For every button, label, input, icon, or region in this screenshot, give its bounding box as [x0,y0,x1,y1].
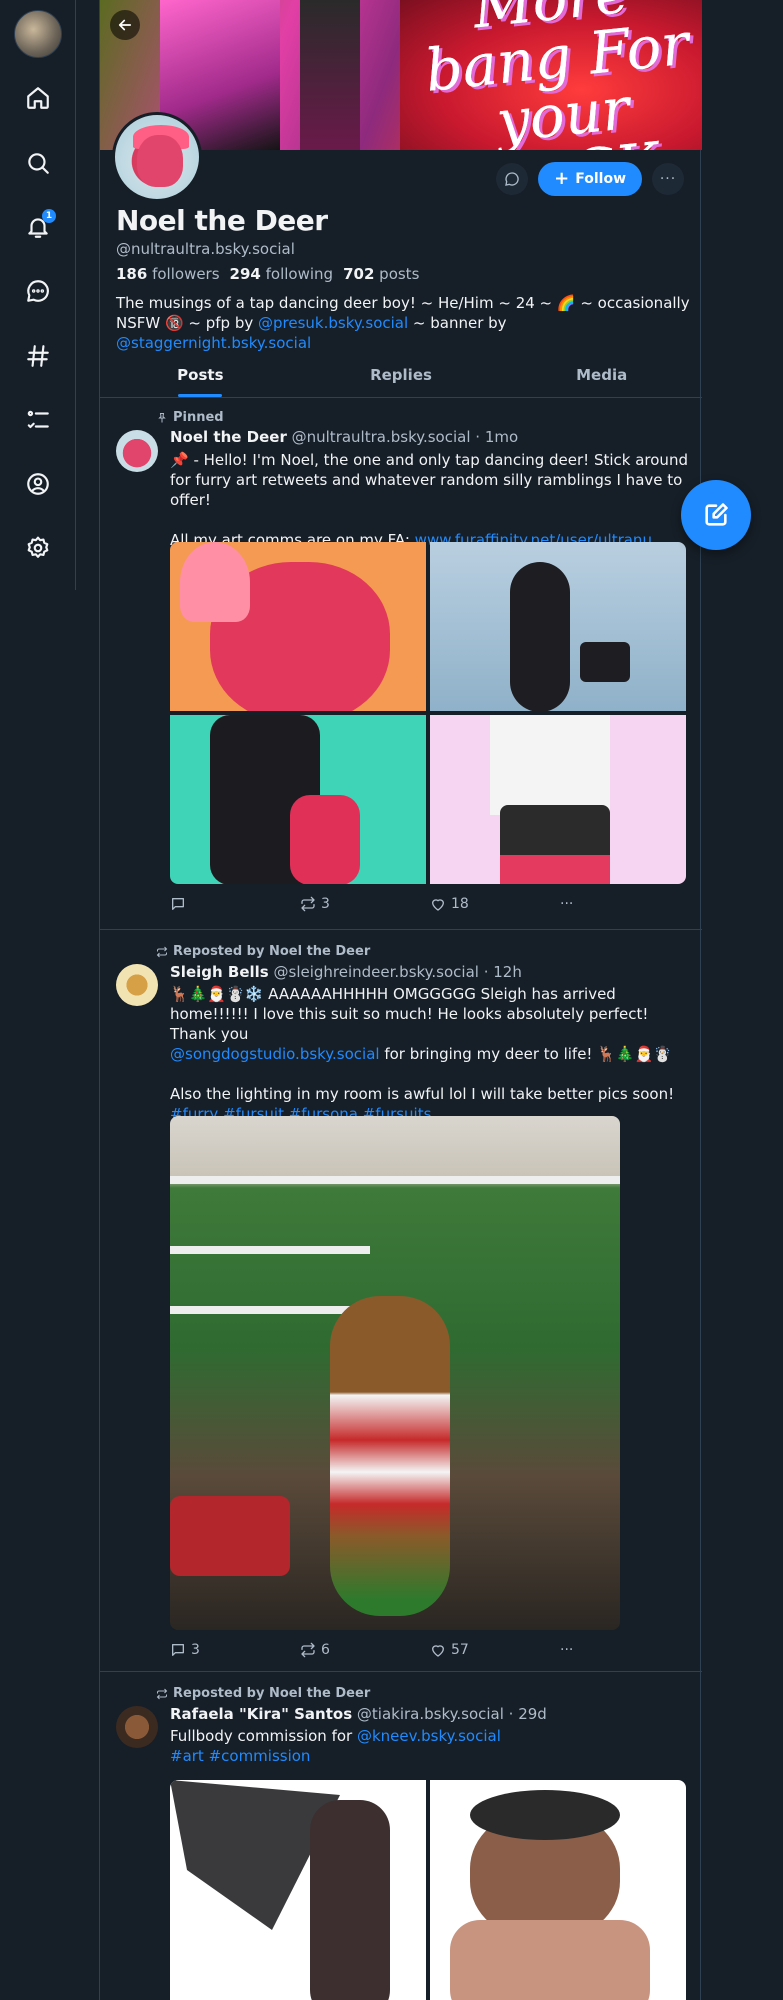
heart-icon [432,1645,444,1657]
profile-stats: 186 followers 294 following 702 posts [116,265,419,283]
repost-icon [301,1642,315,1658]
post-image[interactable] [170,542,426,711]
arrow-left-icon [118,19,132,31]
tab-replies[interactable]: Replies [301,352,502,397]
post-image[interactable] [170,1780,426,2000]
follow-label: Follow [575,171,626,187]
post-text: 🦌🎄🎅☃️❄️ AAAAAAHHHHH OMGGGGG Sleigh has a… [170,985,675,1123]
pinned-label: Pinned [156,410,224,425]
repost-icon [156,1688,168,1699]
profile-handle: @nultraultra.bsky.social [116,240,295,258]
post-author-avatar[interactable] [116,430,158,472]
bio-mention-link[interactable]: @presuk.bsky.social [258,314,408,332]
followers-stat[interactable]: 186 followers [116,265,220,283]
post-more-button[interactable]: ··· [560,896,573,912]
post-mention-link[interactable]: @songdogstudio.bsky.social [170,1045,380,1063]
back-button[interactable] [110,10,140,40]
chat-icon[interactable] [22,275,54,307]
post-image[interactable] [170,715,426,884]
ellipsis-icon: ··· [560,1642,574,1658]
pin-icon [158,412,166,422]
repost-button[interactable]: 6 [300,1642,430,1658]
home-icon[interactable] [22,82,54,114]
current-user-avatar[interactable] [14,10,62,58]
profile-display-name: Noel the Deer [116,204,328,237]
profile-actions: + Follow ··· [496,162,684,196]
lists-icon[interactable] [22,404,54,436]
post-mention-link[interactable]: @kneev.bsky.social [357,1727,501,1745]
repost-context: Reposted by Noel the Deer [156,944,370,959]
profile-column: More bang For your BUCK + Follow ··· Noe… [99,0,702,2000]
profile-icon[interactable] [22,468,54,500]
following-stat[interactable]: 294 following [230,265,334,283]
feeds-icon[interactable] [22,340,54,372]
compose-post-button[interactable] [681,480,751,550]
reply-button[interactable]: 3 [170,1642,300,1658]
post-image[interactable] [430,1780,686,2000]
post-image[interactable] [430,542,686,711]
bio-mention-link[interactable]: @staggernight.bsky.social [116,334,311,352]
post-actions: 3 6 57 ··· [170,1642,590,1658]
more-options-button[interactable]: ··· [652,163,684,195]
post-author[interactable]: Noel the Deer @nultraultra.bsky.social ·… [170,428,518,446]
settings-icon[interactable] [22,532,54,564]
post-image[interactable] [430,715,686,884]
repost-button[interactable]: 3 [300,896,430,912]
notification-badge: 1 [42,209,56,223]
post-text: 📌 - Hello! I'm Noel, the one and only ta… [170,451,688,549]
compose-icon [705,503,728,526]
ellipsis-icon: ··· [659,171,677,187]
avatar-face [137,135,183,187]
reply-button[interactable] [170,896,300,912]
feed-post[interactable]: Reposted by Noel the Deer Sleigh Bells @… [100,930,702,1672]
tab-media[interactable]: Media [501,352,702,397]
heart-icon [432,899,444,911]
post-hashtags[interactable]: #art #commission [170,1747,310,1765]
ellipsis-icon: ··· [560,896,574,912]
message-button[interactable] [496,163,529,195]
post-image-grid [170,542,686,884]
reply-icon [172,898,184,910]
follow-button[interactable]: + Follow [538,162,642,196]
post-author-avatar[interactable] [116,1706,158,1748]
like-button[interactable]: 57 [430,1642,560,1658]
plus-icon: + [554,168,570,189]
post-author-avatar[interactable] [116,964,158,1006]
post-image-grid [170,1780,686,2000]
search-icon[interactable] [22,147,54,179]
feed-post[interactable]: Pinned Noel the Deer @nultraultra.bsky.s… [100,398,702,930]
left-navigation: 1 [0,0,76,590]
profile-tabs: Posts Replies Media [100,352,702,398]
post-more-button[interactable]: ··· [560,1642,573,1658]
like-button[interactable]: 18 [430,896,560,912]
banner-leg [300,0,360,150]
banner-text: More bang For your BUCK [421,0,692,150]
profile-avatar[interactable] [112,112,202,202]
post-actions: 3 18 ··· [170,896,590,912]
notifications-icon[interactable]: 1 [22,209,56,243]
repost-icon [156,946,168,957]
tab-posts[interactable]: Posts [100,352,301,397]
repost-icon [301,896,315,912]
chat-bubble-icon [505,172,519,186]
feed-post[interactable]: Reposted by Noel the Deer Rafaela "Kira"… [100,1672,702,2000]
reply-icon [172,1644,184,1656]
post-image[interactable] [170,1116,620,1630]
post-author[interactable]: Rafaela "Kira" Santos @tiakira.bsky.soci… [170,1705,547,1723]
post-author[interactable]: Sleigh Bells @sleighreindeer.bsky.social… [170,963,522,981]
posts-stat: 702 posts [343,265,420,283]
repost-context: Reposted by Noel the Deer [156,1686,370,1701]
post-text: Fullbody commission for @kneev.bsky.soci… [170,1727,501,1765]
profile-bio: The musings of a tap dancing deer boy! ~… [116,294,690,352]
